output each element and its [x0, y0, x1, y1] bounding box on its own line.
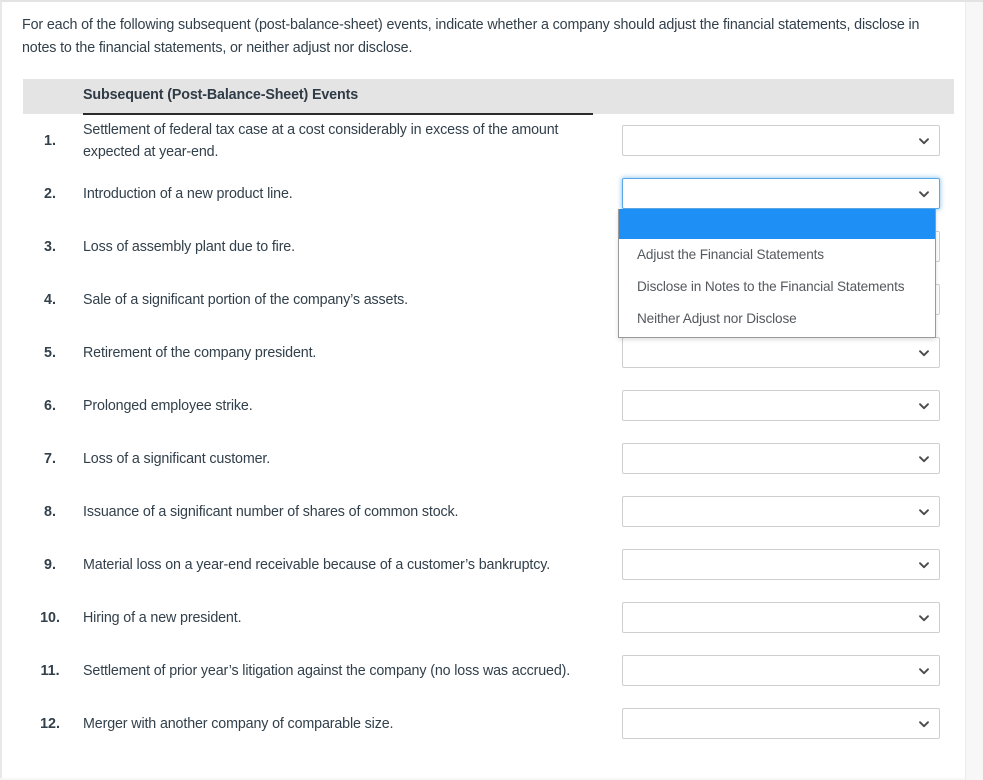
answer-select-10[interactable] — [622, 602, 940, 633]
answer-select-6[interactable] — [622, 390, 940, 421]
row-number: 1. — [44, 132, 56, 149]
event-description: Hiring of a new president. — [83, 609, 242, 626]
table-header-label: Subsequent (Post-Balance-Sheet) Events — [83, 87, 359, 103]
event-description: Loss of assembly plant due to fire. — [83, 238, 295, 255]
answer-select-1[interactable] — [622, 125, 940, 156]
table-row: 10. Hiring of a new president. — [23, 591, 954, 644]
answer-cell — [618, 125, 954, 156]
row-number: 4. — [44, 291, 56, 308]
dropdown-option[interactable]: Adjust the Financial Statements — [619, 239, 935, 271]
answer-cell — [618, 708, 954, 739]
chevron-down-icon — [918, 188, 930, 200]
row-number: 3. — [44, 238, 56, 255]
event-description: Retirement of the company president. — [83, 344, 317, 361]
chevron-down-icon — [918, 506, 930, 518]
row-number: 11. — [40, 662, 60, 679]
event-description: Prolonged employee strike. — [83, 397, 253, 414]
chevron-down-icon — [918, 559, 930, 571]
chevron-down-icon — [918, 347, 930, 359]
row-number: 6. — [44, 397, 56, 414]
chevron-down-icon — [918, 135, 930, 147]
table-row: 9. Material loss on a year-end receivable… — [23, 538, 954, 591]
answer-select-11[interactable] — [622, 655, 940, 686]
row-number: 2. — [44, 185, 56, 202]
row-number: 10. — [40, 609, 60, 626]
event-description: Settlement of prior year’s litigation ag… — [83, 662, 571, 679]
table-row: 7. Loss of a significant customer. — [23, 432, 954, 485]
answer-cell — [618, 549, 954, 580]
table-header: Subsequent (Post-Balance-Sheet) Events — [23, 79, 954, 115]
answer-cell — [618, 390, 954, 421]
row-number: 12. — [40, 715, 60, 732]
answer-cell: Adjust the Financial Statements Disclose … — [618, 178, 954, 338]
table-row: 1. Settlement of federal tax case at a co… — [23, 114, 954, 167]
table-body: 1. Settlement of federal tax case at a co… — [23, 114, 954, 750]
event-description: Settlement of federal tax case at a cost… — [83, 121, 559, 160]
answer-select-9[interactable] — [622, 549, 940, 580]
answer-cell — [618, 655, 954, 686]
answer-cell — [618, 496, 954, 527]
table-row: 12. Merger with another company of compar… — [23, 697, 954, 750]
row-number: 5. — [44, 344, 56, 361]
page-right-gutter — [965, 2, 983, 780]
event-description: Sale of a significant portion of the com… — [83, 291, 409, 308]
dropdown-option[interactable] — [619, 209, 935, 239]
table-row: 6. Prolonged employee strike. — [23, 379, 954, 432]
question-instructions: For each of the following subsequent (po… — [22, 17, 920, 56]
row-number: 7. — [44, 450, 56, 467]
row-number: 8. — [44, 503, 56, 520]
answer-dropdown-panel[interactable]: Adjust the Financial Statements Disclose … — [618, 209, 936, 338]
answer-select-8[interactable] — [622, 496, 940, 527]
table-row: 2. Introduction of a new product line. Adj… — [23, 167, 954, 338]
events-table: Subsequent (Post-Balance-Sheet) Events 1… — [23, 79, 954, 750]
dropdown-option[interactable]: Disclose in Notes to the Financial State… — [619, 271, 935, 303]
answer-cell — [618, 443, 954, 474]
answer-select-5[interactable] — [622, 337, 940, 368]
answer-select-7[interactable] — [622, 443, 940, 474]
table-row: 8. Issuance of a significant number of sh… — [23, 485, 954, 538]
answer-select-2[interactable] — [622, 178, 940, 209]
chevron-down-icon — [918, 453, 930, 465]
answer-cell — [618, 602, 954, 633]
event-description: Merger with another company of comparabl… — [83, 715, 394, 732]
chevron-down-icon — [918, 718, 930, 730]
answer-cell — [618, 337, 954, 368]
row-number: 9. — [44, 556, 56, 573]
event-description: Loss of a significant customer. — [83, 450, 271, 467]
event-description: Introduction of a new product line. — [83, 185, 293, 202]
question-page: For each of the following subsequent (po… — [0, 0, 983, 780]
event-description: Material loss on a year-end receivable b… — [83, 556, 551, 573]
dropdown-option[interactable]: Neither Adjust nor Disclose — [619, 303, 935, 335]
chevron-down-icon — [918, 400, 930, 412]
chevron-down-icon — [918, 612, 930, 624]
answer-select-12[interactable] — [622, 708, 940, 739]
chevron-down-icon — [918, 665, 930, 677]
event-description: Issuance of a significant number of shar… — [83, 503, 459, 520]
table-row: 11. Settlement of prior year’s litigation… — [23, 644, 954, 697]
